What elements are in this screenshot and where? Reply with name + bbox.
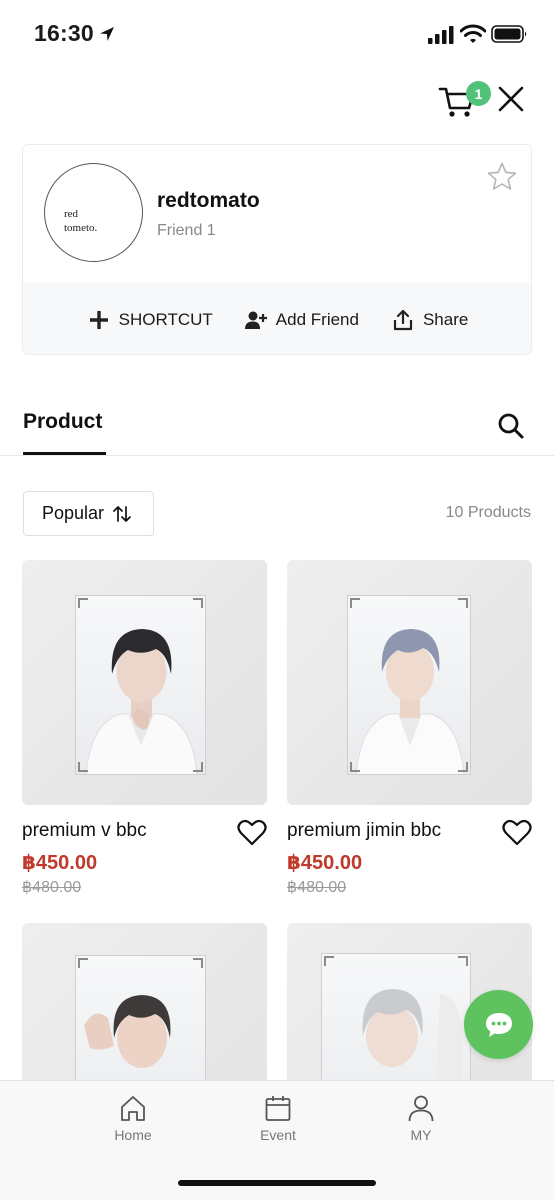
shop-actions-bar: SHORTCUT Add Friend Share xyxy=(23,283,531,354)
close-icon[interactable] xyxy=(496,84,526,114)
calendar-icon xyxy=(265,1096,291,1121)
nav-home[interactable]: Home xyxy=(88,1093,178,1143)
product-original-price: ฿480.00 xyxy=(287,879,347,896)
tab-product[interactable]: Product xyxy=(23,410,102,434)
home-icon xyxy=(121,1096,145,1121)
shop-name: redtomato xyxy=(157,189,260,212)
home-indicator xyxy=(178,1180,376,1186)
product-name: premium v bbc xyxy=(22,820,147,841)
product-count: 10 Products xyxy=(445,504,531,521)
product-name: premium jimin bbc xyxy=(287,820,442,841)
shortcut-label: SHORTCUT xyxy=(118,309,213,329)
sort-arrows-icon xyxy=(113,505,131,522)
share-button[interactable]: Share xyxy=(392,309,468,331)
sort-dropdown[interactable]: Popular xyxy=(23,491,154,536)
photocard-image xyxy=(75,595,206,775)
chat-button[interactable] xyxy=(464,990,533,1059)
add-friend-button[interactable]: Add Friend xyxy=(244,309,359,331)
product-original-price: ฿480.00 xyxy=(22,879,82,896)
add-friend-label: Add Friend xyxy=(275,309,359,329)
share-icon xyxy=(393,309,413,330)
battery-icon xyxy=(491,25,527,43)
product-image[interactable] xyxy=(22,560,267,805)
status-time: 16:30 xyxy=(34,20,94,46)
nav-my-label: MY xyxy=(410,1127,432,1143)
nav-event-label: Event xyxy=(260,1127,296,1143)
share-label: Share xyxy=(422,309,469,329)
active-tab-indicator xyxy=(23,452,106,455)
nav-event[interactable]: Event xyxy=(233,1093,323,1143)
search-icon[interactable] xyxy=(497,412,525,440)
shop-logo-text: red tometo. xyxy=(64,208,98,234)
sort-label: Popular xyxy=(42,503,105,523)
photocard-image xyxy=(347,595,471,775)
cellular-signal-icon xyxy=(428,26,454,44)
shop-friend-count: Friend 1 xyxy=(157,222,216,239)
shop-profile-card: red tometo. redtomato Friend 1 SHORTCUT … xyxy=(22,144,532,355)
star-icon[interactable] xyxy=(486,161,518,193)
shortcut-button[interactable]: SHORTCUT xyxy=(88,309,213,331)
plus-icon xyxy=(89,310,108,329)
heart-icon[interactable] xyxy=(237,819,267,847)
nav-my[interactable]: MY xyxy=(376,1093,466,1143)
tab-bar: Product xyxy=(0,388,554,456)
status-bar: 16:30 xyxy=(0,0,554,66)
wifi-icon xyxy=(460,24,486,43)
location-arrow-icon xyxy=(100,27,114,41)
cart-count-badge: 1 xyxy=(466,81,491,106)
nav-home-label: Home xyxy=(114,1127,152,1143)
heart-icon[interactable] xyxy=(502,819,532,847)
user-icon xyxy=(408,1095,434,1122)
product-image[interactable] xyxy=(287,560,532,805)
product-price: ฿450.00 xyxy=(287,852,363,874)
add-user-icon xyxy=(244,311,267,329)
shop-logo[interactable]: red tometo. xyxy=(44,163,143,262)
chat-bubble-icon xyxy=(485,1012,512,1037)
product-price: ฿450.00 xyxy=(22,852,98,874)
